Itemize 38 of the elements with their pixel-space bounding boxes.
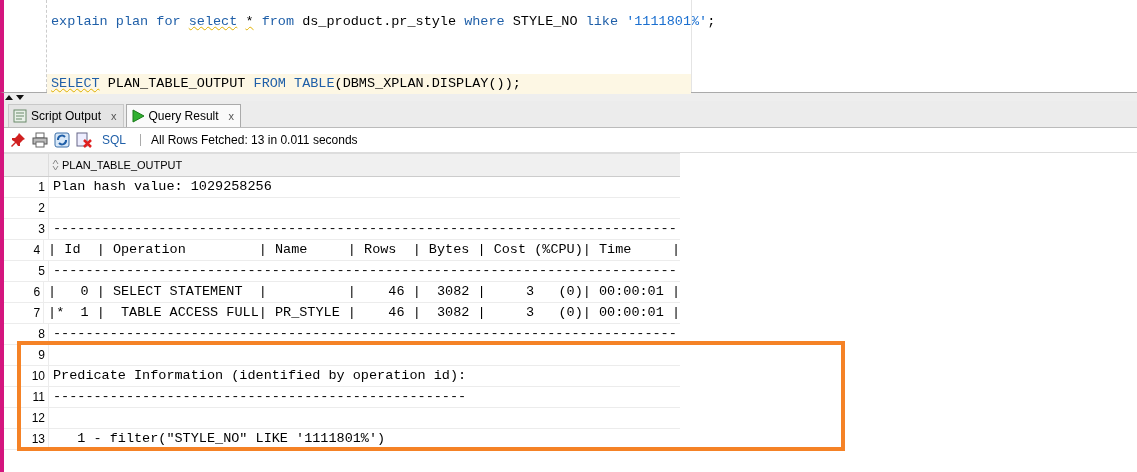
table-cell: | 0 | SELECT STATEMENT | | 46 | 3082 | 3 (0)| 00:00:01 | (48, 284, 680, 299)
table-cell: Plan hash value: 1029258256 (53, 179, 272, 194)
table-cell: ----------------------------------------------------------------------------- (53, 221, 677, 236)
sql-link[interactable]: SQL (102, 133, 126, 147)
table-cell: Predicate Information (identified by operation id): (53, 368, 467, 383)
table-cell: | Id | Operation | Name | Rows | Bytes | Cost (%CPU)| Time | (48, 242, 680, 257)
row-number: 11 (31, 389, 46, 406)
row-number: 5 (37, 263, 46, 280)
row-number: 1 (37, 179, 46, 196)
table-cell-text: 1 - filter("STYLE_NO" LIKE '1111801%') (76, 431, 386, 446)
row-number: 9 (37, 347, 46, 364)
close-icon[interactable]: x (228, 110, 235, 122)
table-cell: ----------------------------------------------------------------------------- (53, 326, 677, 341)
sort-icon (52, 159, 59, 171)
result-tab[interactable]: Script Output x (8, 104, 124, 127)
status-text: All Rows Fetched: 13 in 0.011 seconds (151, 133, 358, 147)
table-cell: --------------------------------------------------- (53, 389, 467, 404)
refresh-icon[interactable] (54, 132, 70, 148)
table-cell: |* 1 | TABLE ACCESS FULL| PR_STYLE | 46 | 3082 | 3 (0)| 00:00:01 | (48, 305, 680, 320)
code-line: explain plan for select * from ds_product.pr_style where STYLE_NO like '1111801%'; (50, 13, 716, 31)
result-tab[interactable]: Query Result x (125, 104, 242, 127)
row-number: 12 (30, 410, 46, 427)
row-number: 6 (32, 284, 42, 301)
row-number: 7 (32, 305, 42, 322)
document-icon (13, 109, 27, 123)
row-number: 2 (37, 200, 46, 217)
pin-icon[interactable] (10, 132, 26, 148)
close-icon[interactable]: x (111, 110, 117, 122)
row-number: 3 (37, 221, 46, 238)
play-icon (130, 109, 145, 123)
row-number: 10 (30, 368, 46, 385)
table-cell: ----------------------------------------------------------------------------- (53, 263, 677, 278)
collapse-arrows-icon[interactable] (4, 93, 26, 101)
delete-icon[interactable] (76, 132, 92, 148)
row-number: 8 (37, 326, 46, 343)
row-number: 13 (30, 431, 46, 448)
print-icon[interactable] (32, 132, 48, 148)
row-number: 4 (32, 242, 42, 259)
